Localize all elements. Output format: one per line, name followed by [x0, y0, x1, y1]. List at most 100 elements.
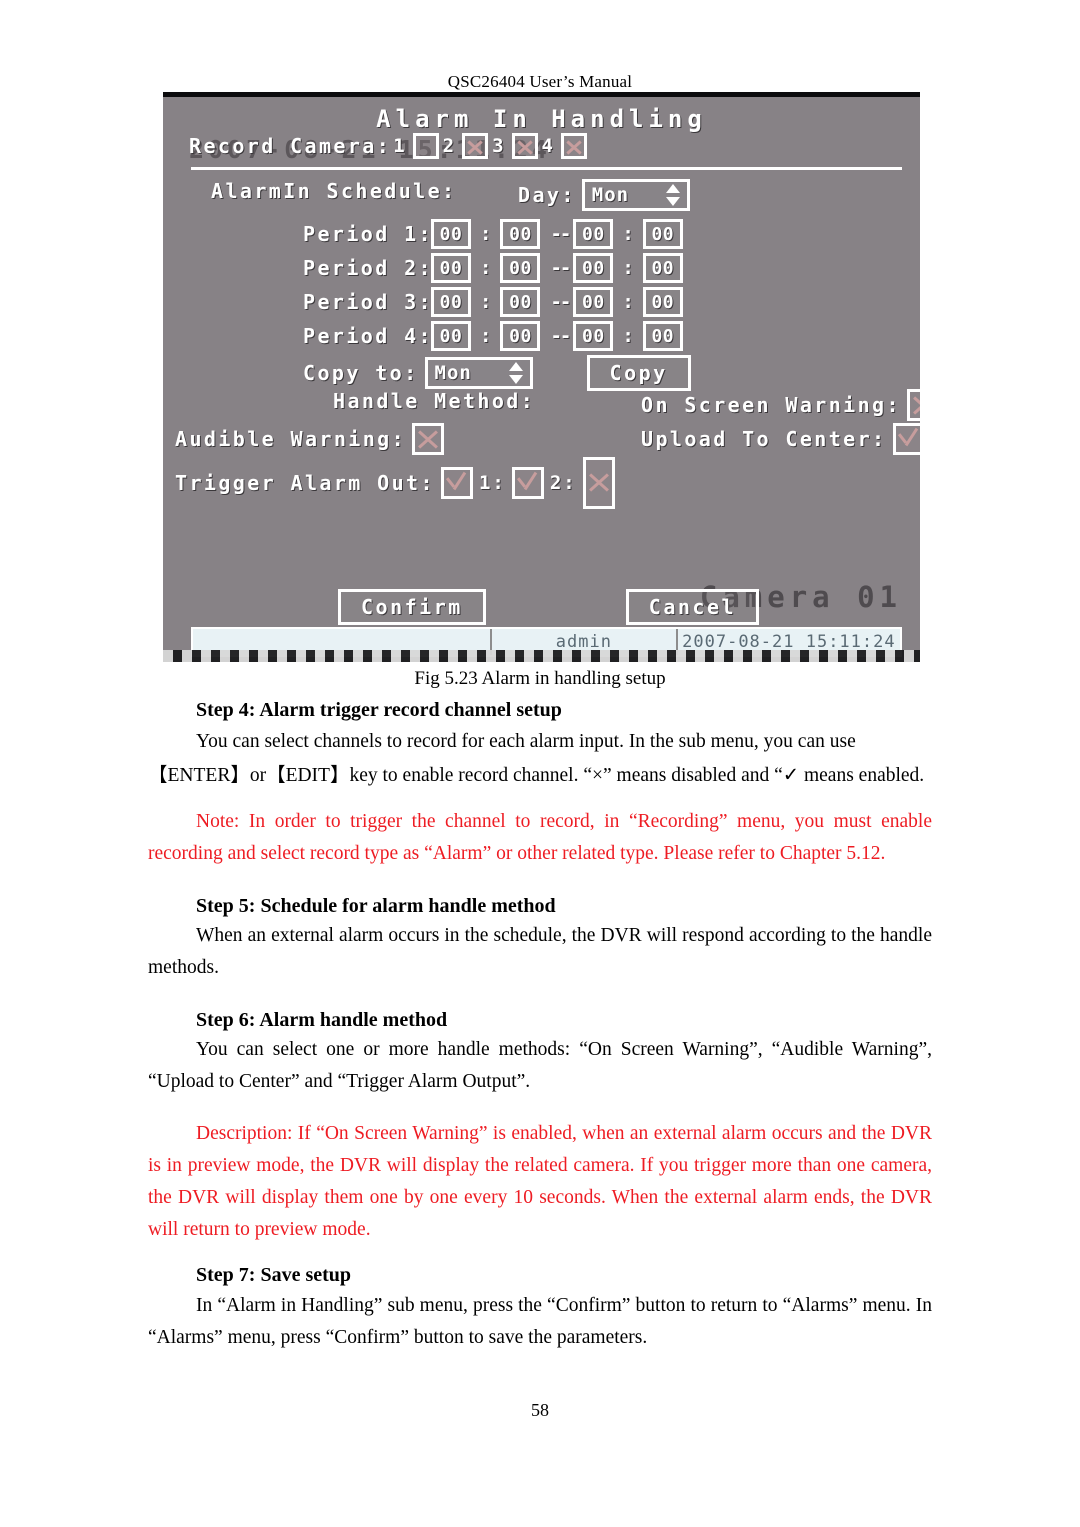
period-2-start-hour[interactable]: 00 [431, 253, 471, 283]
description-paragraph: Description: If “On Screen Warning” is e… [148, 1123, 932, 1240]
day-label: Day: [518, 183, 576, 207]
record-camera-checkbox-2[interactable] [462, 133, 489, 159]
period-4-start-min[interactable]: 00 [500, 321, 541, 351]
alarmin-schedule-row: AlarmIn Schedule: [211, 179, 457, 203]
figure-caption: Fig 5.23 Alarm in handling setup [414, 668, 666, 689]
period-2-sep-b: : [622, 257, 634, 279]
on-screen-warning-checkbox[interactable] [906, 389, 920, 421]
record-camera-num-1: 1 [393, 135, 407, 157]
period-1-sep-b: : [622, 223, 634, 245]
copy-button[interactable]: Copy [586, 355, 691, 391]
trigger-alarm-out-label: Trigger Alarm Out: [175, 471, 435, 495]
alarm-out-1-checkbox[interactable] [511, 467, 544, 499]
audible-warning-row: Audible Warning: [175, 423, 450, 455]
day-select-value: Mon [591, 184, 630, 206]
dvr-menu-title: Alarm In Handling [376, 105, 707, 133]
audible-warning-checkbox[interactable] [412, 423, 445, 455]
cancel-button[interactable]: Cancel [625, 589, 760, 625]
day-selector-row: Day: Mon [518, 179, 690, 211]
step-5-paragraph: When an external alarm occurs in the sch… [148, 925, 932, 978]
trigger-alarm-out-row: Trigger Alarm Out: 1: 2: [175, 457, 621, 509]
audible-warning-label: Audible Warning: [175, 427, 407, 451]
period-3-start-min[interactable]: 00 [500, 287, 541, 317]
step-7-paragraph: In “Alarm in Handling” sub menu, press t… [148, 1295, 932, 1348]
page-number: 58 [531, 1400, 549, 1420]
dvr-screen: 2007-08-21 15:11:24 Camera 01 Alarm In H… [163, 92, 920, 662]
period-1-start-min[interactable]: 00 [500, 219, 541, 249]
period-2-row: Period 2: 00 : 00 -- 00 : 00 [303, 253, 683, 283]
period-2-dash: -- [550, 257, 571, 279]
handle-method-label: Handle Method: [333, 389, 536, 413]
period-4-dash: -- [550, 325, 571, 347]
copy-to-select[interactable]: Mon [424, 357, 533, 389]
record-camera-num-3: 3 [492, 135, 506, 157]
confirm-button[interactable]: Confirm [338, 589, 486, 625]
alarmin-schedule-label: AlarmIn Schedule: [211, 179, 457, 203]
period-1-dash: -- [550, 223, 571, 245]
period-4-end-min[interactable]: 00 [642, 321, 683, 351]
alarm-out-2-label: 2: [549, 472, 577, 494]
period-3-row: Period 3: 00 : 00 -- 00 : 00 [303, 287, 683, 317]
record-camera-num-4: 4 [541, 135, 555, 157]
alarm-out-2-checkbox[interactable] [582, 457, 615, 509]
step-6-heading: Step 6: Alarm handle method [196, 1009, 448, 1031]
copy-to-row: Copy to: Mon Copy [303, 355, 691, 391]
period-3-dash: -- [550, 291, 571, 313]
running-head: QSC26404 User’s Manual [447, 72, 633, 91]
period-1-start-hour[interactable]: 00 [431, 219, 471, 249]
step-7-heading: Step 7: Save setup [196, 1264, 352, 1286]
day-select[interactable]: Mon [581, 179, 690, 211]
step-4-heading: Step 4: Alarm trigger record channel set… [196, 699, 562, 721]
dvr-status-bar: admin 2007-08-21 15:11:24 [191, 627, 902, 657]
period-1-end-hour[interactable]: 00 [573, 219, 614, 249]
period-2-end-hour[interactable]: 00 [573, 253, 614, 283]
trigger-alarm-out-checkbox[interactable] [440, 467, 473, 499]
copy-to-label: Copy to: [303, 361, 419, 385]
period-3-sep-b: : [622, 291, 634, 313]
step-6-paragraph: You can select one or more handle method… [148, 1039, 932, 1092]
period-3-start-hour[interactable]: 00 [431, 287, 471, 317]
record-camera-checkbox-3[interactable] [511, 133, 538, 159]
period-1-end-min[interactable]: 00 [642, 219, 683, 249]
section-divider [191, 167, 902, 170]
step-4-paragraph: You can select channels to record for ea… [196, 731, 856, 752]
record-camera-row: Record Camera: 1 2 3 4 [189, 133, 591, 159]
period-3-sep-a: : [480, 291, 492, 313]
upload-to-center-label: Upload To Center: [641, 427, 887, 451]
dialog-buttons-row: Confirm Cancel [338, 589, 760, 625]
period-3-end-hour[interactable]: 00 [573, 287, 614, 317]
period-4-start-hour[interactable]: 00 [431, 321, 471, 351]
period-4-label: Period 4: [303, 324, 433, 348]
record-camera-num-2: 2 [442, 135, 457, 157]
on-screen-warning-label: On Screen Warning: [641, 393, 901, 417]
step-5-heading: Step 5: Schedule for alarm handle method [196, 895, 556, 917]
dvr-screenshot-figure: 2007-08-21 15:11:24 Camera 01 Alarm In H… [163, 92, 920, 662]
updown-spinner-icon[interactable] [508, 362, 524, 384]
period-2-label: Period 2: [303, 256, 433, 280]
period-2-end-min[interactable]: 00 [642, 253, 683, 283]
period-3-end-min[interactable]: 00 [642, 287, 683, 317]
period-2-start-min[interactable]: 00 [500, 253, 541, 283]
period-4-row: Period 4: 00 : 00 -- 00 : 00 [303, 321, 683, 351]
period-4-sep-a: : [480, 325, 492, 347]
period-3-label: Period 3: [303, 290, 433, 314]
updown-spinner-icon[interactable] [665, 184, 681, 206]
note-paragraph: Note: In order to trigger the channel to… [148, 811, 932, 864]
upload-to-center-checkbox[interactable] [892, 423, 920, 455]
copy-to-select-value: Mon [434, 362, 472, 384]
statusbar-datetime-cell: 2007-08-21 15:11:24 [677, 629, 900, 655]
record-camera-checkbox-4[interactable] [561, 133, 587, 159]
period-1-row: Period 1: 00 : 00 -- 00 : 00 [303, 219, 683, 249]
period-4-sep-b: : [622, 325, 634, 347]
record-camera-checkbox-1[interactable] [412, 133, 439, 159]
record-camera-label: Record Camera: [189, 134, 392, 158]
period-2-sep-a: : [480, 257, 492, 279]
statusbar-user-cell: admin [491, 629, 678, 655]
step-4-paragraph-continued: 【ENTER】or【EDIT】key to enable record chan… [148, 765, 925, 786]
period-1-sep-a: : [480, 223, 492, 245]
alarm-out-1-label: 1: [478, 472, 506, 494]
period-4-end-hour[interactable]: 00 [573, 321, 614, 351]
on-screen-warning-row: On Screen Warning: [641, 389, 920, 421]
upload-to-center-row: Upload To Center: [641, 423, 920, 455]
handle-method-row: Handle Method: [333, 389, 535, 413]
